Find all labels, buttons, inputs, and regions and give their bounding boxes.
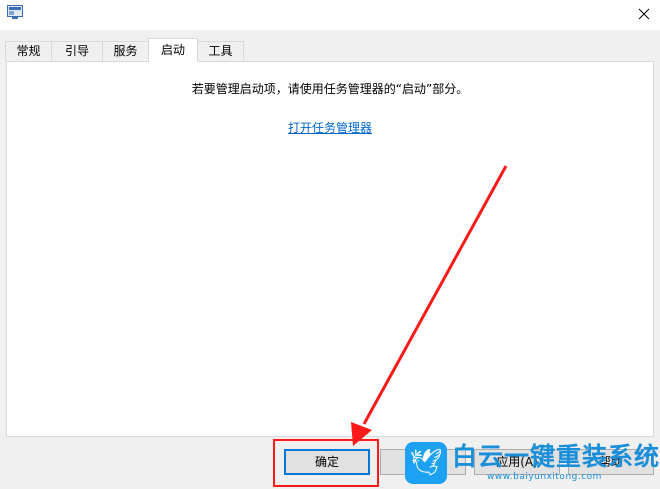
title-bar [0, 0, 660, 30]
tab-general[interactable]: 常规 [5, 41, 52, 61]
highlight-box [273, 439, 379, 487]
tab-strip: 常规 引导 服务 启动 工具 [0, 38, 660, 62]
watermark-title: 白云一键重装系统 [452, 442, 660, 471]
bird-logo-icon: 🕊 [405, 442, 447, 484]
tab-startup[interactable]: 启动 [148, 38, 198, 62]
startup-info-text: 若要管理启动项，请使用任务管理器的“启动”部分。 [191, 82, 469, 96]
close-icon[interactable] [628, 2, 660, 26]
open-task-manager-link[interactable]: 打开任务管理器 [288, 121, 372, 135]
watermark: 🕊 白云一键重装系统 www.baiyunxitong.com [405, 440, 660, 486]
tab-boot[interactable]: 引导 [51, 41, 103, 61]
startup-panel: 若要管理启动项，请使用任务管理器的“启动”部分。 打开任务管理器 [6, 61, 654, 437]
tab-tools[interactable]: 工具 [197, 41, 244, 61]
tab-services[interactable]: 服务 [102, 41, 149, 61]
system-config-icon [7, 5, 23, 19]
watermark-url: www.baiyunxitong.com [487, 472, 602, 482]
link-row: 打开任务管理器 [7, 119, 653, 136]
